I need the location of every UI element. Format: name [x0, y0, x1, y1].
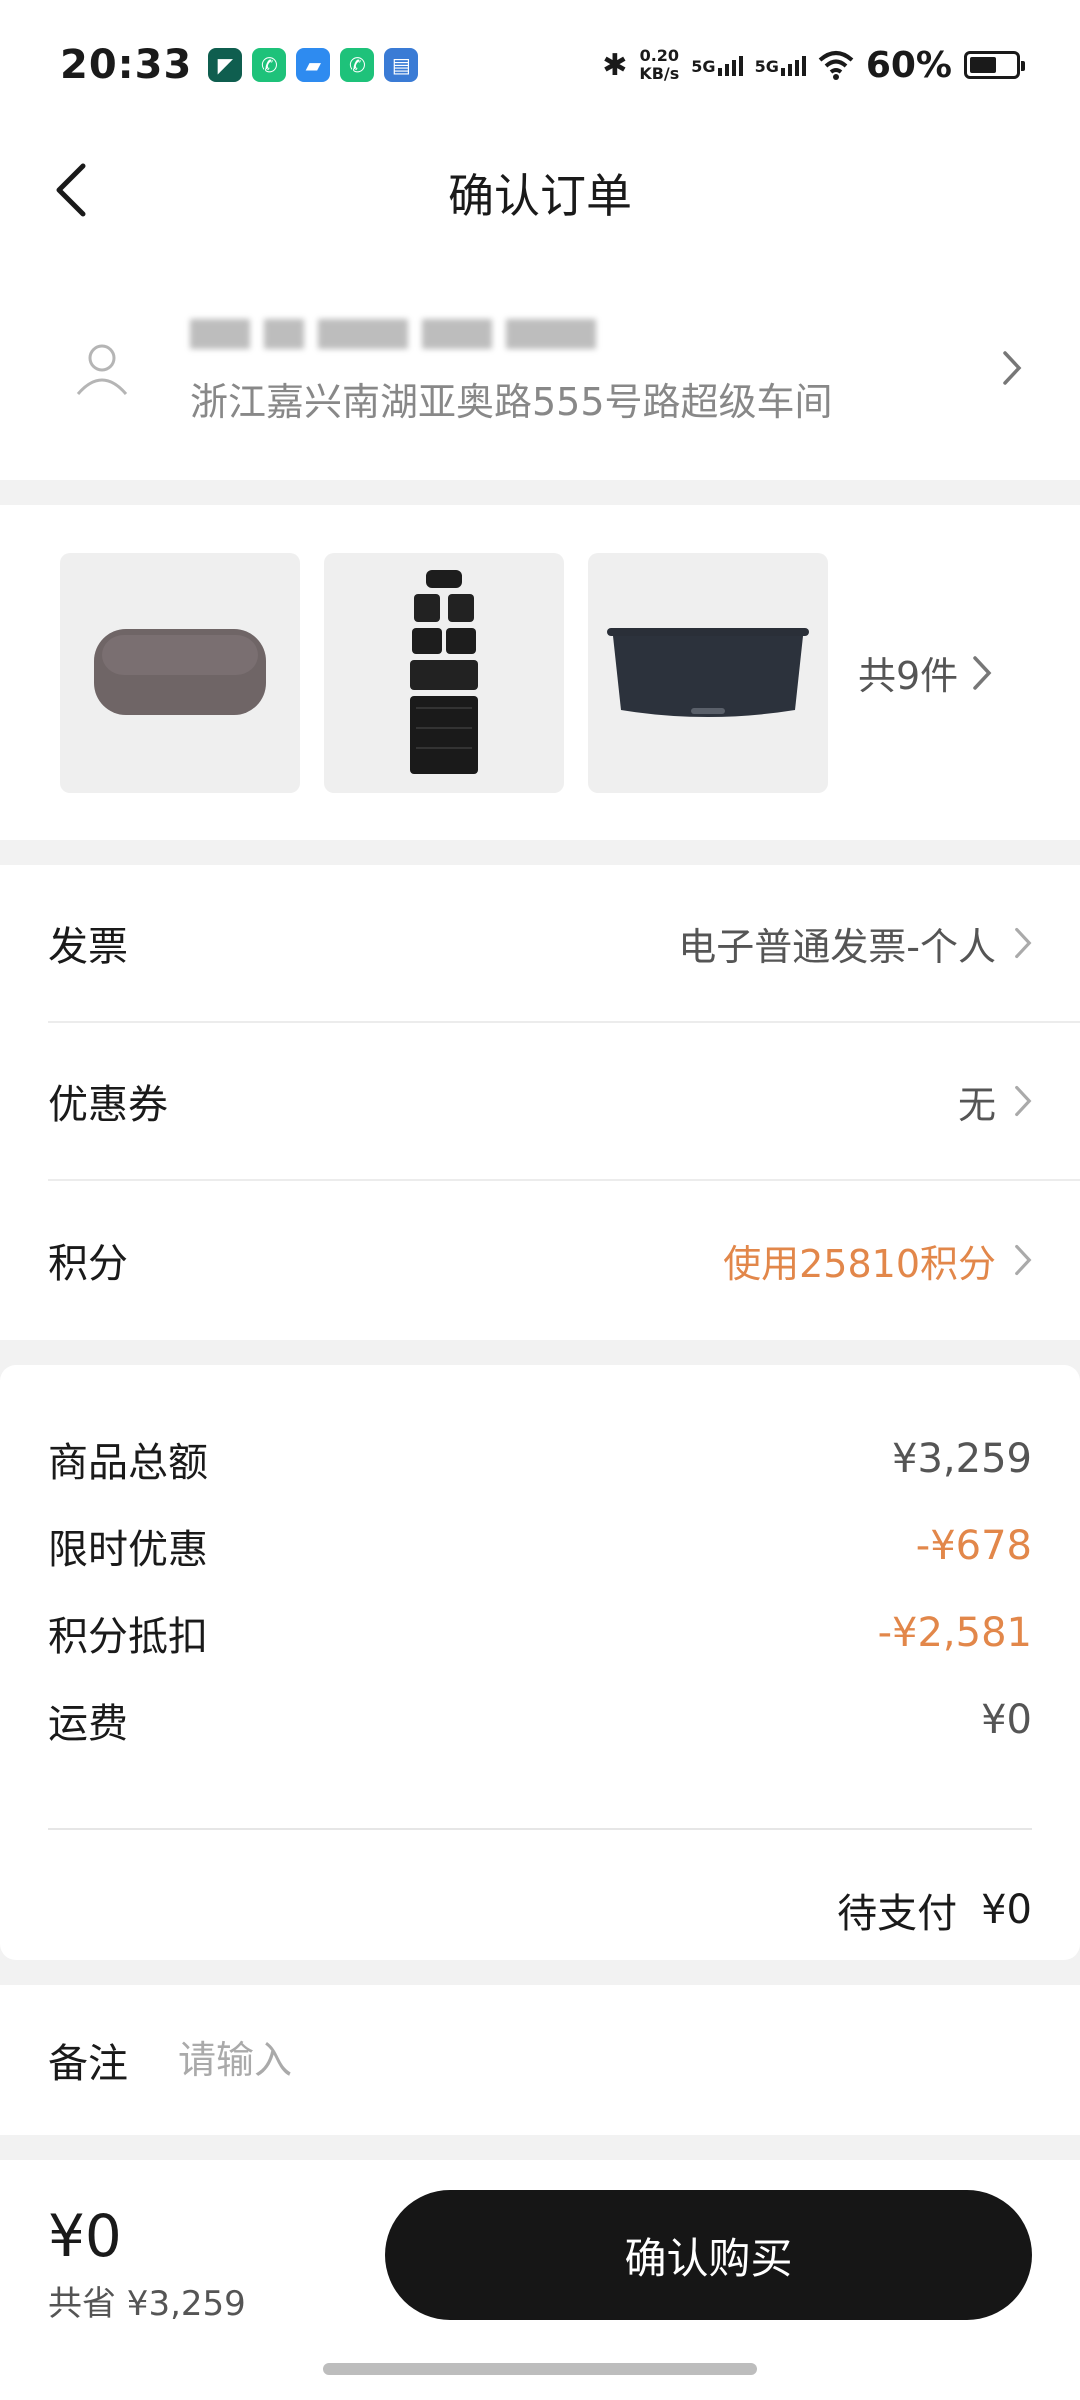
- chevron-right-icon: [1015, 927, 1032, 959]
- shipping-label: 运费: [48, 1700, 128, 1747]
- signal-2: 5G: [755, 54, 806, 76]
- invoice-label: 发票: [48, 924, 128, 970]
- discount-amount: -¥678: [915, 1522, 1032, 1569]
- home-indicator[interactable]: [323, 2363, 757, 2375]
- status-time: 20:33: [60, 42, 193, 88]
- status-bar: 20:33 ◤ ✆ ▰ ✆ ▤ ✱ 0.20 KB/s 5G 5G 60%: [0, 0, 1080, 130]
- signal-1: 5G: [691, 54, 743, 76]
- network-speed: 0.20 KB/s: [639, 47, 679, 83]
- chat-notification-icon: ▰: [296, 48, 331, 82]
- shipping-amount: ¥0: [981, 1696, 1032, 1743]
- subtotal-label: 商品总额: [48, 1439, 208, 1486]
- battery-fill: [970, 57, 997, 73]
- network-speed-value: 0.20: [639, 46, 680, 65]
- amount-due-label: 待支付: [837, 1891, 958, 1937]
- back-arrow-icon: [56, 163, 86, 217]
- page-title: 确认订单: [448, 168, 632, 223]
- signal-2-label: 5G: [754, 57, 779, 76]
- user-icon: [76, 344, 128, 395]
- chevron-right-icon: [992, 348, 1032, 388]
- phone-notification-icon: ✆: [252, 48, 287, 82]
- points-value: 使用25810积分: [723, 1241, 996, 1286]
- chevron-right-icon: [973, 655, 992, 690]
- wifi-icon: [818, 51, 854, 80]
- invoice-value-wrap: 电子普通发票-个人: [678, 916, 1032, 971]
- notification-icons: ◤ ✆ ▰ ✆ ▤: [208, 48, 419, 82]
- amount-due-row: 待支付 ¥0: [48, 1830, 1032, 1990]
- app-notification-icon: ◤: [208, 48, 243, 82]
- total-block: ¥0 共省 ¥3,259: [48, 2202, 246, 2325]
- invoice-row[interactable]: 发票 电子普通发票-个人: [48, 865, 1080, 1023]
- subtotal-amount: ¥3,259: [892, 1435, 1032, 1482]
- signal-bars-icon: [717, 54, 743, 76]
- back-button[interactable]: [40, 160, 100, 220]
- coupon-row[interactable]: 优惠券 无: [48, 1023, 1080, 1181]
- points-label: 积分: [48, 1241, 128, 1287]
- shipping-row: 运费 ¥0: [48, 1676, 1032, 1763]
- remark-label: 备注: [48, 2041, 128, 2087]
- coupon-value: 无: [957, 1082, 996, 1127]
- shipping-address[interactable]: 浙江嘉兴南湖亚奥路555号路超级车间: [0, 255, 1080, 480]
- points-deduction-row: 积分抵扣 -¥2,581: [48, 1589, 1032, 1676]
- network-speed-unit: KB/s: [639, 64, 680, 83]
- price-summary: 商品总额 ¥3,259 限时优惠 -¥678 积分抵扣 -¥2,581 运费 ¥…: [0, 1365, 1080, 1960]
- product-thumb-trunk-cover: [588, 552, 828, 793]
- coupon-label: 优惠券: [48, 1082, 168, 1128]
- nav-bar: 确认订单: [0, 130, 1080, 255]
- battery-icon: [964, 51, 1025, 79]
- amount-due-value: ¥0: [981, 1887, 1032, 1933]
- discount-label: 限时优惠: [48, 1526, 208, 1573]
- points-value-wrap: 使用25810积分: [723, 1233, 1032, 1288]
- confirm-purchase-button[interactable]: 确认购买: [385, 2190, 1032, 2320]
- battery-percent: 60%: [865, 44, 952, 86]
- remark-input[interactable]: [178, 2038, 1032, 2082]
- trunk-cover-image: [607, 627, 809, 717]
- order-options: 发票 电子普通发票-个人 优惠券 无 积分 使用25810积分: [0, 865, 1080, 1340]
- address-line: 浙江嘉兴南湖亚奥路555号路超级车间: [190, 380, 833, 424]
- total-savings: 共省 ¥3,259: [48, 2284, 246, 2324]
- signal-1-label: 5G: [691, 57, 716, 76]
- signal-bars-icon: [780, 54, 806, 76]
- remark-section: 备注: [0, 1985, 1080, 2135]
- headrest-image: [94, 628, 266, 715]
- product-list[interactable]: 共9件: [0, 505, 1080, 840]
- points-deduction-label: 积分抵扣: [48, 1613, 208, 1660]
- bluetooth-icon: ✱: [602, 47, 628, 83]
- product-count-link[interactable]: 共9件: [858, 645, 992, 700]
- floor-mats-image: [410, 569, 478, 774]
- phone-notification-icon: ✆: [340, 48, 375, 82]
- product-thumb-floor-mats: [324, 552, 564, 793]
- coupon-value-wrap: 无: [958, 1074, 1032, 1129]
- discount-row: 限时优惠 -¥678: [48, 1502, 1032, 1589]
- product-thumb-headrest: [60, 552, 300, 793]
- chevron-right-icon: [1015, 1085, 1032, 1117]
- chevron-right-icon: [1015, 1244, 1032, 1276]
- product-count: 共9件: [858, 654, 959, 698]
- message-notification-icon: ▤: [384, 48, 419, 82]
- points-row[interactable]: 积分 使用25810积分: [48, 1181, 1080, 1339]
- invoice-value: 电子普通发票-个人: [678, 924, 996, 969]
- subtotal-row: 商品总额 ¥3,259: [48, 1415, 1032, 1502]
- recipient-name-redacted: [190, 309, 992, 365]
- total-price: ¥0: [48, 2202, 122, 2270]
- points-deduction-amount: -¥2,581: [877, 1609, 1032, 1656]
